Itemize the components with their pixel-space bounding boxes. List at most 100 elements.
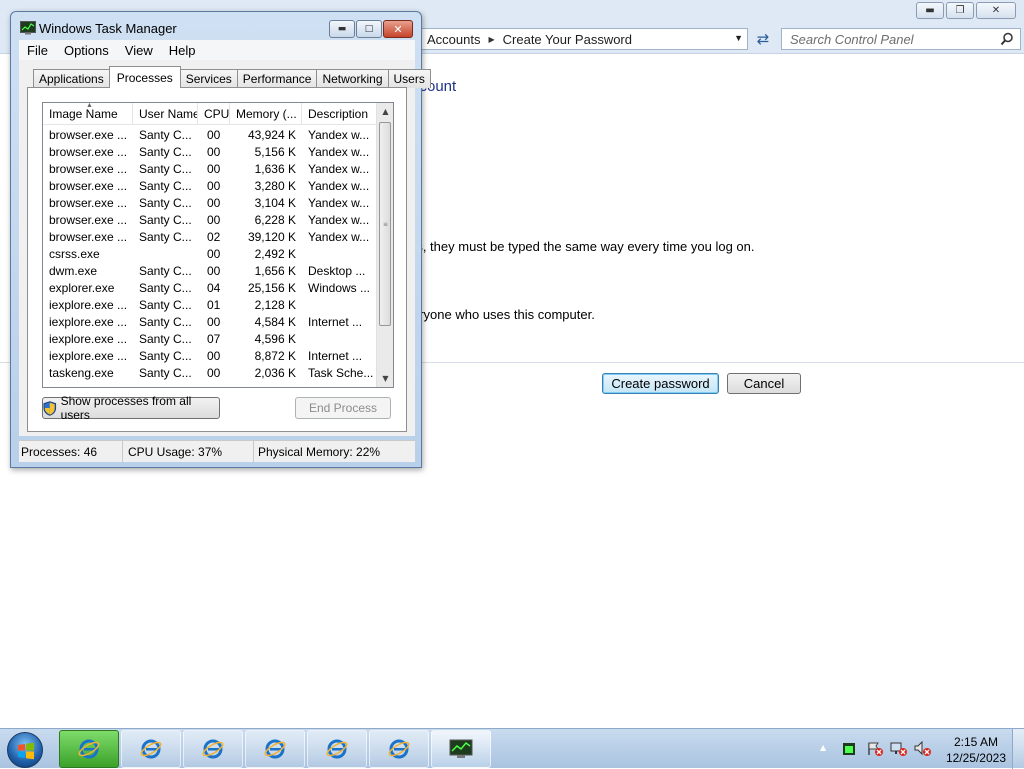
- cell-cpu: 00: [207, 128, 221, 142]
- task-manager-tray-icon[interactable]: [842, 742, 856, 756]
- cell-description: [302, 331, 377, 348]
- tab-services[interactable]: Services: [179, 69, 238, 88]
- cell-description: Desktop ...: [308, 264, 366, 278]
- cell-image-name: browser.exe ...: [49, 145, 128, 159]
- menu-help[interactable]: Help: [161, 43, 204, 58]
- create-password-button[interactable]: Create password: [602, 373, 719, 394]
- start-button[interactable]: [7, 732, 43, 768]
- taskbar-task-manager[interactable]: [431, 730, 491, 768]
- breadcrumb-accounts[interactable]: Accounts: [427, 32, 480, 47]
- table-row[interactable]: browser.exe ... Santy C... 00 3,280 K Yandex…: [43, 178, 377, 195]
- cell-user-name: Santy C...: [139, 128, 192, 142]
- menu-view[interactable]: View: [117, 43, 161, 58]
- show-all-processes-button[interactable]: Show processes from all users: [42, 394, 220, 422]
- table-row[interactable]: browser.exe ... Santy C... 00 5,156 K Yandex…: [43, 144, 377, 161]
- table-row[interactable]: dwm.exe Santy C... 00 1,656 K Desktop ...: [43, 263, 377, 280]
- table-row[interactable]: iexplore.exe ... Santy C... 00 8,872 K Inter…: [43, 348, 377, 365]
- processes-panel: ▲ Image Name User Name CPU Memory (... D…: [27, 87, 407, 432]
- cell-user-name: Santy C...: [139, 315, 192, 329]
- tab-processes[interactable]: Processes: [108, 66, 181, 88]
- cell-cpu: 00: [207, 366, 221, 380]
- taskbar-ie-4[interactable]: [245, 730, 305, 768]
- tm-maximize-button[interactable]: □: [356, 20, 382, 38]
- minimize-button[interactable]: ▬: [916, 2, 944, 19]
- cell-memory: 8,872 K: [254, 349, 296, 363]
- cell-description: Windows ...: [308, 281, 371, 295]
- cell-cpu: 00: [207, 179, 221, 193]
- table-row[interactable]: browser.exe ... Santy C... 00 6,228 K Yandex…: [43, 212, 377, 229]
- windows-logo-icon: [18, 742, 34, 760]
- cell-description: Yandex w...: [308, 213, 370, 227]
- cell-image-name: csrss.exe: [49, 247, 100, 261]
- cell-user-name: Santy C...: [139, 264, 192, 278]
- scrollbar-thumb[interactable]: ≡: [379, 122, 391, 326]
- tab-performance[interactable]: Performance: [236, 69, 318, 88]
- vertical-scrollbar[interactable]: ▲ ≡ ▼: [376, 103, 393, 387]
- action-center-icon[interactable]: [866, 741, 884, 757]
- address-dropdown-icon[interactable]: ▼: [734, 33, 743, 43]
- cell-user-name: Santy C...: [139, 281, 192, 295]
- taskbar-ie-3[interactable]: [183, 730, 243, 768]
- scroll-up-icon[interactable]: ▲: [377, 103, 393, 120]
- cell-memory: 1,636 K: [254, 162, 296, 176]
- cell-user-name: Santy C...: [139, 332, 192, 346]
- cell-memory: 4,584 K: [254, 315, 296, 329]
- internet-explorer-icon: [140, 739, 162, 759]
- table-row[interactable]: browser.exe ... Santy C... 00 43,924 K Yande…: [43, 127, 377, 144]
- close-button[interactable]: ✕: [976, 2, 1016, 19]
- cell-image-name: iexplore.exe ...: [49, 315, 128, 329]
- scroll-down-icon[interactable]: ▼: [377, 370, 393, 387]
- cancel-button[interactable]: Cancel: [727, 373, 801, 394]
- table-row[interactable]: browser.exe ... Santy C... 00 3,104 K Yandex…: [43, 195, 377, 212]
- cell-image-name: taskeng.exe: [49, 366, 114, 380]
- show-hidden-icons-icon[interactable]: ▲: [820, 743, 826, 752]
- clock[interactable]: 2:15 AM 12/25/2023: [946, 734, 1006, 766]
- menu-options[interactable]: Options: [56, 43, 117, 58]
- column-cpu[interactable]: CPU: [198, 103, 230, 125]
- tab-networking[interactable]: Networking: [316, 69, 389, 88]
- menu-file[interactable]: File: [19, 43, 56, 58]
- restore-button[interactable]: ❐: [946, 2, 974, 19]
- tm-minimize-button[interactable]: ▬: [329, 20, 355, 38]
- network-icon[interactable]: [890, 741, 908, 757]
- column-image-name[interactable]: ▲ Image Name: [43, 103, 133, 125]
- table-row[interactable]: browser.exe ... Santy C... 00 1,636 K Yandex…: [43, 161, 377, 178]
- table-row[interactable]: explorer.exe Santy C... 04 25,156 K Windows …: [43, 280, 377, 297]
- search-input[interactable]: Search Control Panel: [781, 28, 1021, 50]
- taskbar-ie-1[interactable]: [59, 730, 119, 768]
- search-placeholder: Search Control Panel: [790, 31, 914, 47]
- show-desktop-button[interactable]: [1012, 729, 1024, 769]
- table-row[interactable]: taskeng.exe Santy C... 00 2,036 K Task Sche.…: [43, 365, 377, 382]
- cell-memory: 43,924 K: [247, 128, 296, 142]
- table-row[interactable]: iexplore.exe ... Santy C... 07 4,596 K: [43, 331, 377, 348]
- search-icon[interactable]: [1000, 32, 1014, 46]
- task-manager-window[interactable]: Windows Task Manager ▬ □ ✕ File Options …: [10, 11, 431, 468]
- table-row[interactable]: browser.exe ... Santy C... 02 39,120 K Yande…: [43, 229, 377, 246]
- address-bar[interactable]: Accounts ▶ Create Your Password ▼: [412, 28, 748, 50]
- table-row[interactable]: iexplore.exe ... Santy C... 01 2,128 K: [43, 297, 377, 314]
- internet-explorer-icon: [264, 739, 286, 759]
- breadcrumb-create-password[interactable]: Create Your Password: [503, 32, 632, 47]
- tab-users[interactable]: Users: [387, 69, 431, 88]
- process-list[interactable]: ▲ Image Name User Name CPU Memory (... D…: [42, 102, 394, 388]
- cell-image-name: iexplore.exe ...: [49, 298, 128, 312]
- taskbar-ie-2[interactable]: [121, 730, 181, 768]
- volume-muted-icon[interactable]: [914, 741, 932, 757]
- end-process-button[interactable]: End Process: [295, 397, 391, 419]
- refresh-icon[interactable]: ⇄: [752, 28, 774, 50]
- column-user-name[interactable]: User Name: [133, 103, 198, 125]
- breadcrumb-arrow-icon[interactable]: ▶: [488, 35, 494, 44]
- taskbar-ie-5[interactable]: [307, 730, 367, 768]
- table-row[interactable]: csrss.exe 00 2,492 K: [43, 246, 377, 263]
- column-description[interactable]: Description: [302, 103, 377, 125]
- cell-memory: 6,228 K: [254, 213, 296, 227]
- table-row[interactable]: iexplore.exe ... Santy C... 00 4,584 K Inter…: [43, 314, 377, 331]
- cell-description: [302, 246, 377, 263]
- tab-strip: Applications Processes Services Performa…: [33, 66, 431, 88]
- cell-user-name: Santy C...: [139, 179, 192, 193]
- column-memory[interactable]: Memory (...: [230, 103, 302, 125]
- tab-applications[interactable]: Applications: [33, 69, 110, 88]
- uac-shield-icon: [43, 400, 57, 416]
- taskbar-ie-6[interactable]: [369, 730, 429, 768]
- tm-close-button[interactable]: ✕: [383, 20, 413, 38]
